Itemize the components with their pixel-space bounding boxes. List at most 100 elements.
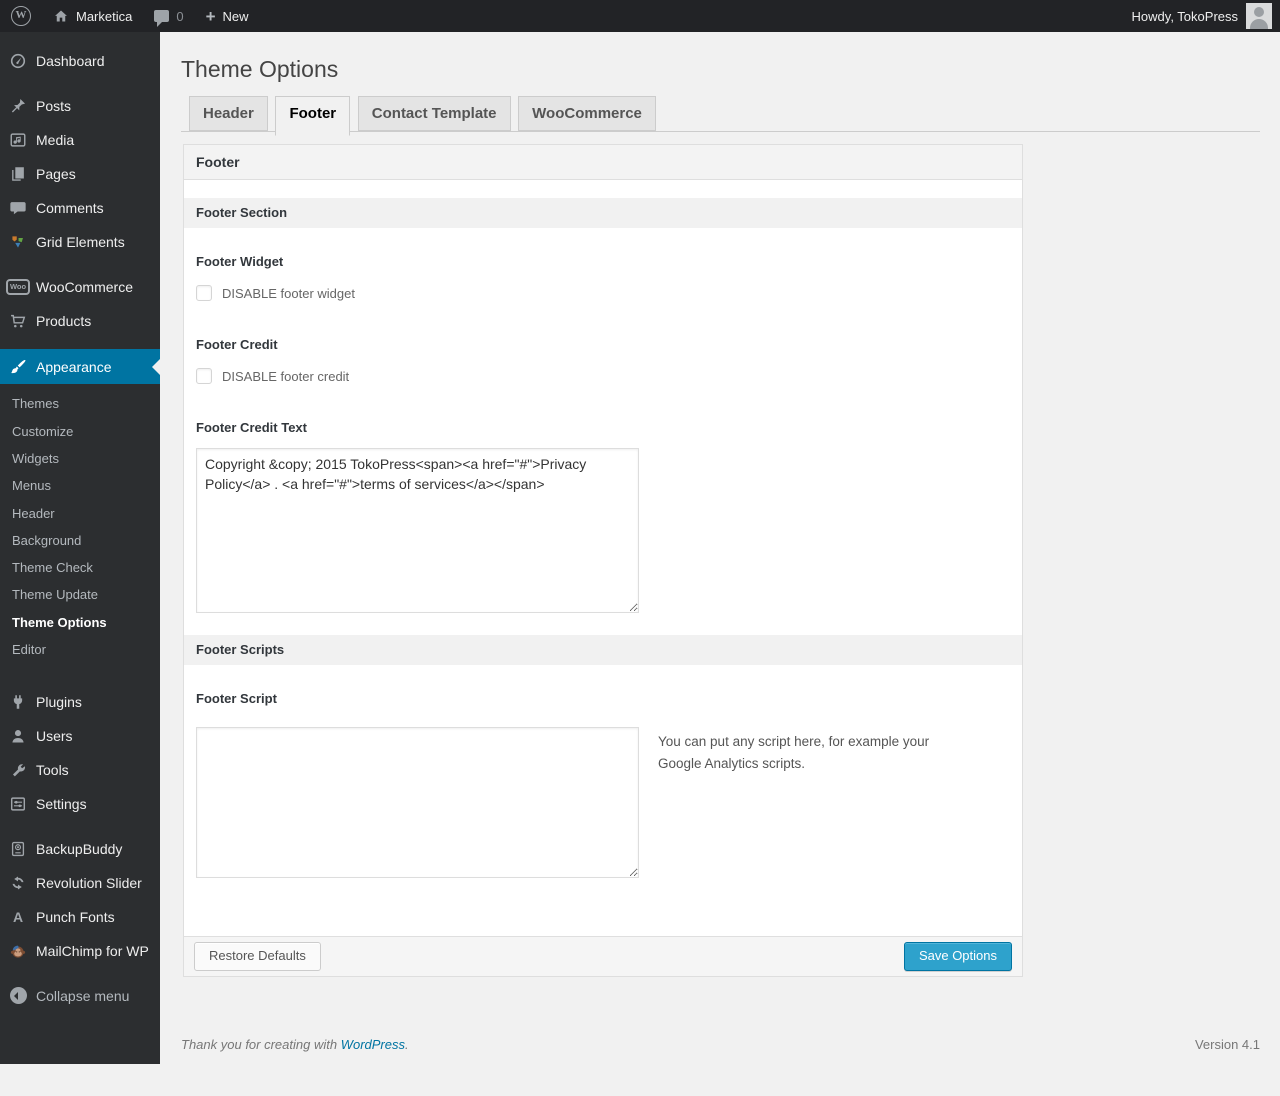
sidebar-item-label: Dashboard — [36, 53, 105, 69]
footer-credit-text-textarea[interactable]: Copyright &copy; 2015 TokoPress<span><a … — [196, 448, 639, 613]
sidebar-item-label: WooCommerce — [36, 279, 133, 295]
collapse-menu-label: Collapse menu — [36, 987, 130, 1004]
user-avatar — [1246, 3, 1272, 29]
disable-footer-widget-label: DISABLE footer widget — [222, 285, 355, 301]
footer-script-label: Footer Script — [196, 691, 277, 706]
tab-contact-template[interactable]: Contact Template — [357, 96, 511, 131]
thanks-prefix: Thank you for creating with — [181, 1037, 338, 1052]
sidebar-item-label: Tools — [36, 761, 69, 778]
sidebar-item-label: Grid Elements — [36, 234, 125, 250]
sidebar-item-products[interactable]: Products — [0, 304, 160, 338]
sidebar-item-users[interactable]: Users — [0, 719, 160, 753]
dashboard-icon — [0, 52, 36, 70]
version-label: Version 4.1 — [1194, 1037, 1260, 1052]
paintbrush-icon — [0, 358, 36, 376]
submenu-item-menus[interactable]: Menus — [0, 473, 160, 500]
main-content: Theme Options Header Footer Contact Temp… — [160, 32, 1280, 1052]
footer-script-help-text: You can put any script here, for example… — [658, 734, 930, 771]
tab-header[interactable]: Header — [189, 96, 268, 131]
footer-thanks-text: Thank you for creating with WordPress. — [181, 1037, 409, 1052]
theme-options-panel: Footer Footer Section Footer Widget DISA… — [183, 144, 1023, 977]
submenu-item-themes[interactable]: Themes — [0, 391, 160, 418]
submenu-item-theme-update[interactable]: Theme Update — [0, 582, 160, 609]
admin-bar: W Marketica 0 + New Howdy, TokoPress — [0, 0, 1280, 32]
admin-bar-comments-button[interactable]: 0 — [143, 0, 194, 32]
site-name-button[interactable]: Marketica — [42, 0, 143, 32]
sidebar-item-mailchimp[interactable]: MailChimp for WP — [0, 934, 160, 968]
cart-icon — [0, 312, 36, 330]
woocommerce-icon: Woo — [0, 279, 36, 295]
sidebar-item-woocommerce[interactable]: Woo WooCommerce — [0, 270, 160, 304]
footer-widget-row: DISABLE footer widget — [196, 285, 1010, 301]
footer-credit-label: Footer Credit — [196, 337, 278, 352]
mailchimp-monkey-icon — [0, 942, 36, 960]
submenu-item-theme-check[interactable]: Theme Check — [0, 555, 160, 582]
sidebar-item-comments[interactable]: Comments — [0, 191, 160, 225]
new-content-button[interactable]: + New — [195, 0, 260, 32]
cycle-arrows-icon — [0, 874, 36, 892]
new-label: New — [222, 8, 249, 24]
submenu-item-theme-options[interactable]: Theme Options — [0, 609, 160, 636]
sidebar-item-label: Plugins — [36, 693, 82, 710]
sidebar-item-label: Comments — [36, 200, 104, 216]
comments-bubble-icon — [154, 10, 170, 27]
menu-group-collapse: Collapse menu — [0, 979, 160, 1013]
account-menu[interactable]: Howdy, TokoPress — [1132, 3, 1280, 29]
sidebar-item-label: Pages — [36, 166, 76, 182]
group-header-footer: Footer — [184, 145, 1022, 180]
submenu-item-editor[interactable]: Editor — [0, 637, 160, 664]
wordpress-menu-button[interactable]: W — [0, 0, 42, 32]
admin-sidebar: Dashboard Posts Media Pages Comments Gri… — [0, 32, 160, 1064]
sidebar-item-label: Revolution Slider — [36, 874, 142, 891]
restore-defaults-button[interactable]: Restore Defaults — [194, 942, 321, 971]
home-icon — [55, 10, 67, 22]
footer-script-textarea[interactable] — [196, 727, 639, 878]
pages-icon — [0, 165, 36, 183]
collapse-menu-button[interactable]: Collapse menu — [0, 979, 160, 1013]
sidebar-item-label: Punch Fonts — [36, 908, 115, 925]
disable-footer-widget-checkbox[interactable] — [196, 285, 212, 301]
letter-a-icon: A — [12, 908, 24, 925]
section-header-footer-section: Footer Section — [184, 198, 1022, 228]
sidebar-item-label: MailChimp for WP — [36, 942, 149, 959]
sidebar-item-label: Media — [36, 132, 75, 148]
sidebar-item-posts[interactable]: Posts — [0, 89, 160, 123]
footer-credit-row: DISABLE footer credit — [196, 368, 1010, 384]
sidebar-item-label: BackupBuddy — [36, 840, 123, 857]
sidebar-item-pages[interactable]: Pages — [0, 157, 160, 191]
sidebar-item-backupbuddy[interactable]: BackupBuddy — [0, 832, 160, 866]
plus-icon: + — [205, 6, 216, 26]
wordpress-link[interactable]: WordPress — [341, 1037, 405, 1052]
wordpress-logo-icon: W — [11, 6, 31, 26]
section-header-footer-scripts: Footer Scripts — [184, 635, 1022, 665]
sidebar-item-plugins[interactable]: Plugins — [0, 685, 160, 719]
tab-woocommerce[interactable]: WooCommerce — [518, 96, 656, 131]
sidebar-item-revolution-slider[interactable]: Revolution Slider — [0, 866, 160, 900]
thanks-period: . — [405, 1037, 409, 1052]
sidebar-item-tools[interactable]: Tools — [0, 753, 160, 787]
backup-icon — [0, 840, 36, 858]
tab-footer[interactable]: Footer — [275, 96, 351, 136]
disable-footer-credit-checkbox[interactable] — [196, 368, 212, 384]
menu-group-plugins: BackupBuddy Revolution Slider A Punch Fo… — [0, 832, 160, 968]
panel-action-bar: Restore Defaults Save Options — [184, 936, 1022, 976]
wrench-icon — [0, 761, 36, 779]
submenu-item-header[interactable]: Header — [0, 500, 160, 527]
sidebar-item-dashboard[interactable]: Dashboard — [0, 44, 160, 78]
comments-count: 0 — [176, 8, 184, 24]
submenu-item-widgets[interactable]: Widgets — [0, 446, 160, 473]
sidebar-item-settings[interactable]: Settings — [0, 787, 160, 821]
sidebar-item-grid-elements[interactable]: Grid Elements — [0, 225, 160, 259]
sidebar-item-punch-fonts[interactable]: A Punch Fonts — [0, 900, 160, 934]
pushpin-icon — [0, 97, 36, 115]
save-options-button[interactable]: Save Options — [903, 942, 1012, 971]
submenu-item-customize[interactable]: Customize — [0, 418, 160, 445]
sidebar-item-media[interactable]: Media — [0, 123, 160, 157]
sidebar-item-label: Products — [36, 313, 92, 329]
settings-icon — [0, 795, 36, 813]
panel-spacer — [184, 180, 1022, 198]
sidebar-item-appearance[interactable]: Appearance — [0, 349, 160, 384]
menu-group-woocommerce: Woo WooCommerce Products — [0, 270, 160, 338]
submenu-item-background[interactable]: Background — [0, 527, 160, 554]
sidebar-item-label: Settings — [36, 795, 87, 812]
